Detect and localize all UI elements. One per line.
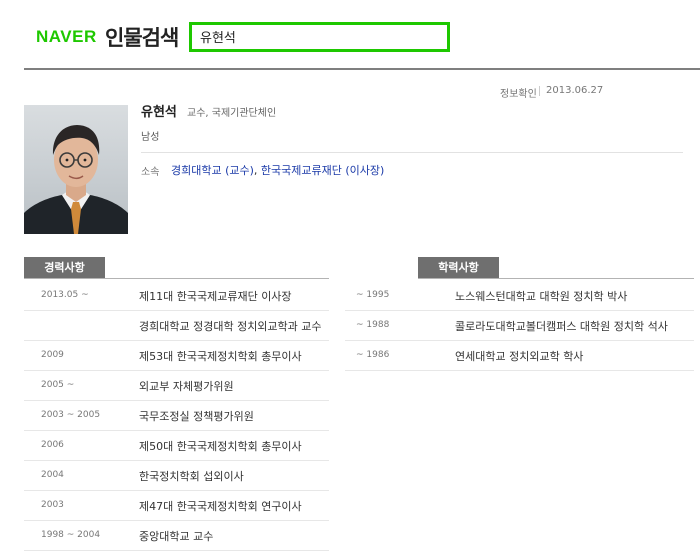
search-input[interactable] (200, 25, 430, 47)
career-date: 2009 (41, 350, 64, 360)
career-text: 제47대 한국국제정치학회 연구이사 (139, 500, 302, 513)
verify-label: 정보확인 (500, 89, 537, 100)
profile-photo (24, 105, 128, 234)
career-text: 중앙대학교 교수 (139, 530, 214, 543)
career-date: 2013.05 ~ (41, 290, 89, 300)
verify-separator (539, 86, 540, 96)
career-row: 1998 ~ 2004 중앙대학교 교수 (24, 521, 329, 551)
education-date: ~ 1986 (356, 350, 390, 360)
career-date: 1998 ~ 2004 (41, 530, 101, 540)
career-row: 2013.05 ~ 제11대 한국국제교류재단 이사장 (24, 281, 329, 311)
header-divider (24, 68, 700, 70)
career-text: 제11대 한국국제교류재단 이사장 (139, 290, 292, 303)
service-title: 인물검색 (105, 26, 179, 50)
career-text: 제53대 한국국제정치학회 총무이사 (139, 350, 302, 363)
career-tab-rule (24, 278, 329, 279)
education-text: 콜로라도대학교볼더캠퍼스 대학원 정치학 석사 (455, 320, 668, 333)
affiliation-separator: , (253, 164, 261, 177)
person-roles: 교수, 국제기관단체인 (187, 108, 277, 119)
person-name: 유현석 (141, 105, 177, 120)
career-text: 경희대학교 정경대학 정치외교학과 교수 (139, 320, 322, 333)
career-row: 2003 ~ 2005 국무조정실 정책평가위원 (24, 401, 329, 431)
career-text: 국무조정실 정책평가위원 (139, 410, 254, 423)
career-text: 외교부 자체평가위원 (139, 380, 234, 393)
career-row: 2009 제53대 한국국제정치학회 총무이사 (24, 341, 329, 371)
affiliation-label: 소속 (141, 167, 160, 178)
education-tab-rule (418, 278, 694, 279)
person-portrait-icon (24, 105, 128, 234)
career-date: 2005 ~ (41, 380, 75, 390)
tab-education[interactable]: 학력사항 (418, 257, 499, 278)
education-row: ~ 1986 연세대학교 정치외교학 학사 (345, 341, 694, 371)
verify-date: 2013.06.27 (546, 85, 604, 96)
education-row: ~ 1988 콜로라도대학교볼더캠퍼스 대학원 정치학 석사 (345, 311, 694, 341)
education-text: 노스웨스턴대학교 대학원 정치학 박사 (455, 290, 628, 303)
affiliation-value: 경희대학교 (교수), 한국국제교류재단 (이사장) (171, 162, 384, 178)
career-date: 2004 (41, 470, 64, 480)
education-date: ~ 1988 (356, 320, 390, 330)
career-row: 2005 ~ 외교부 자체평가위원 (24, 371, 329, 401)
career-list: 2013.05 ~ 제11대 한국국제교류재단 이사장 경희대학교 정경대학 정치… (24, 281, 329, 551)
career-row: 2004 한국정치학회 섭외이사 (24, 461, 329, 491)
career-row: 2003 제47대 한국국제정치학회 연구이사 (24, 491, 329, 521)
tab-career[interactable]: 경력사항 (24, 257, 105, 278)
career-date: 2003 (41, 500, 64, 510)
education-date: ~ 1995 (356, 290, 390, 300)
career-date: 2006 (41, 440, 64, 450)
person-gender: 남성 (141, 132, 160, 143)
naver-logo[interactable]: NAVER (36, 27, 97, 47)
affiliation-link-university[interactable]: 경희대학교 (교수) (171, 164, 254, 177)
career-date: 2003 ~ 2005 (41, 410, 101, 420)
profile-divider (141, 152, 683, 153)
career-row: 경희대학교 정경대학 정치외교학과 교수 (24, 311, 329, 341)
education-text: 연세대학교 정치외교학 학사 (455, 350, 584, 363)
education-list: ~ 1995 노스웨스턴대학교 대학원 정치학 박사 ~ 1988 콜로라도대학교볼… (345, 281, 694, 371)
affiliation-link-foundation[interactable]: 한국국제교류재단 (이사장) (261, 164, 384, 177)
career-text: 한국정치학회 섭외이사 (139, 470, 244, 483)
career-text: 제50대 한국국제정치학회 총무이사 (139, 440, 302, 453)
search-box[interactable] (189, 22, 450, 52)
career-row: 2006 제50대 한국국제정치학회 총무이사 (24, 431, 329, 461)
education-row: ~ 1995 노스웨스턴대학교 대학원 정치학 박사 (345, 281, 694, 311)
